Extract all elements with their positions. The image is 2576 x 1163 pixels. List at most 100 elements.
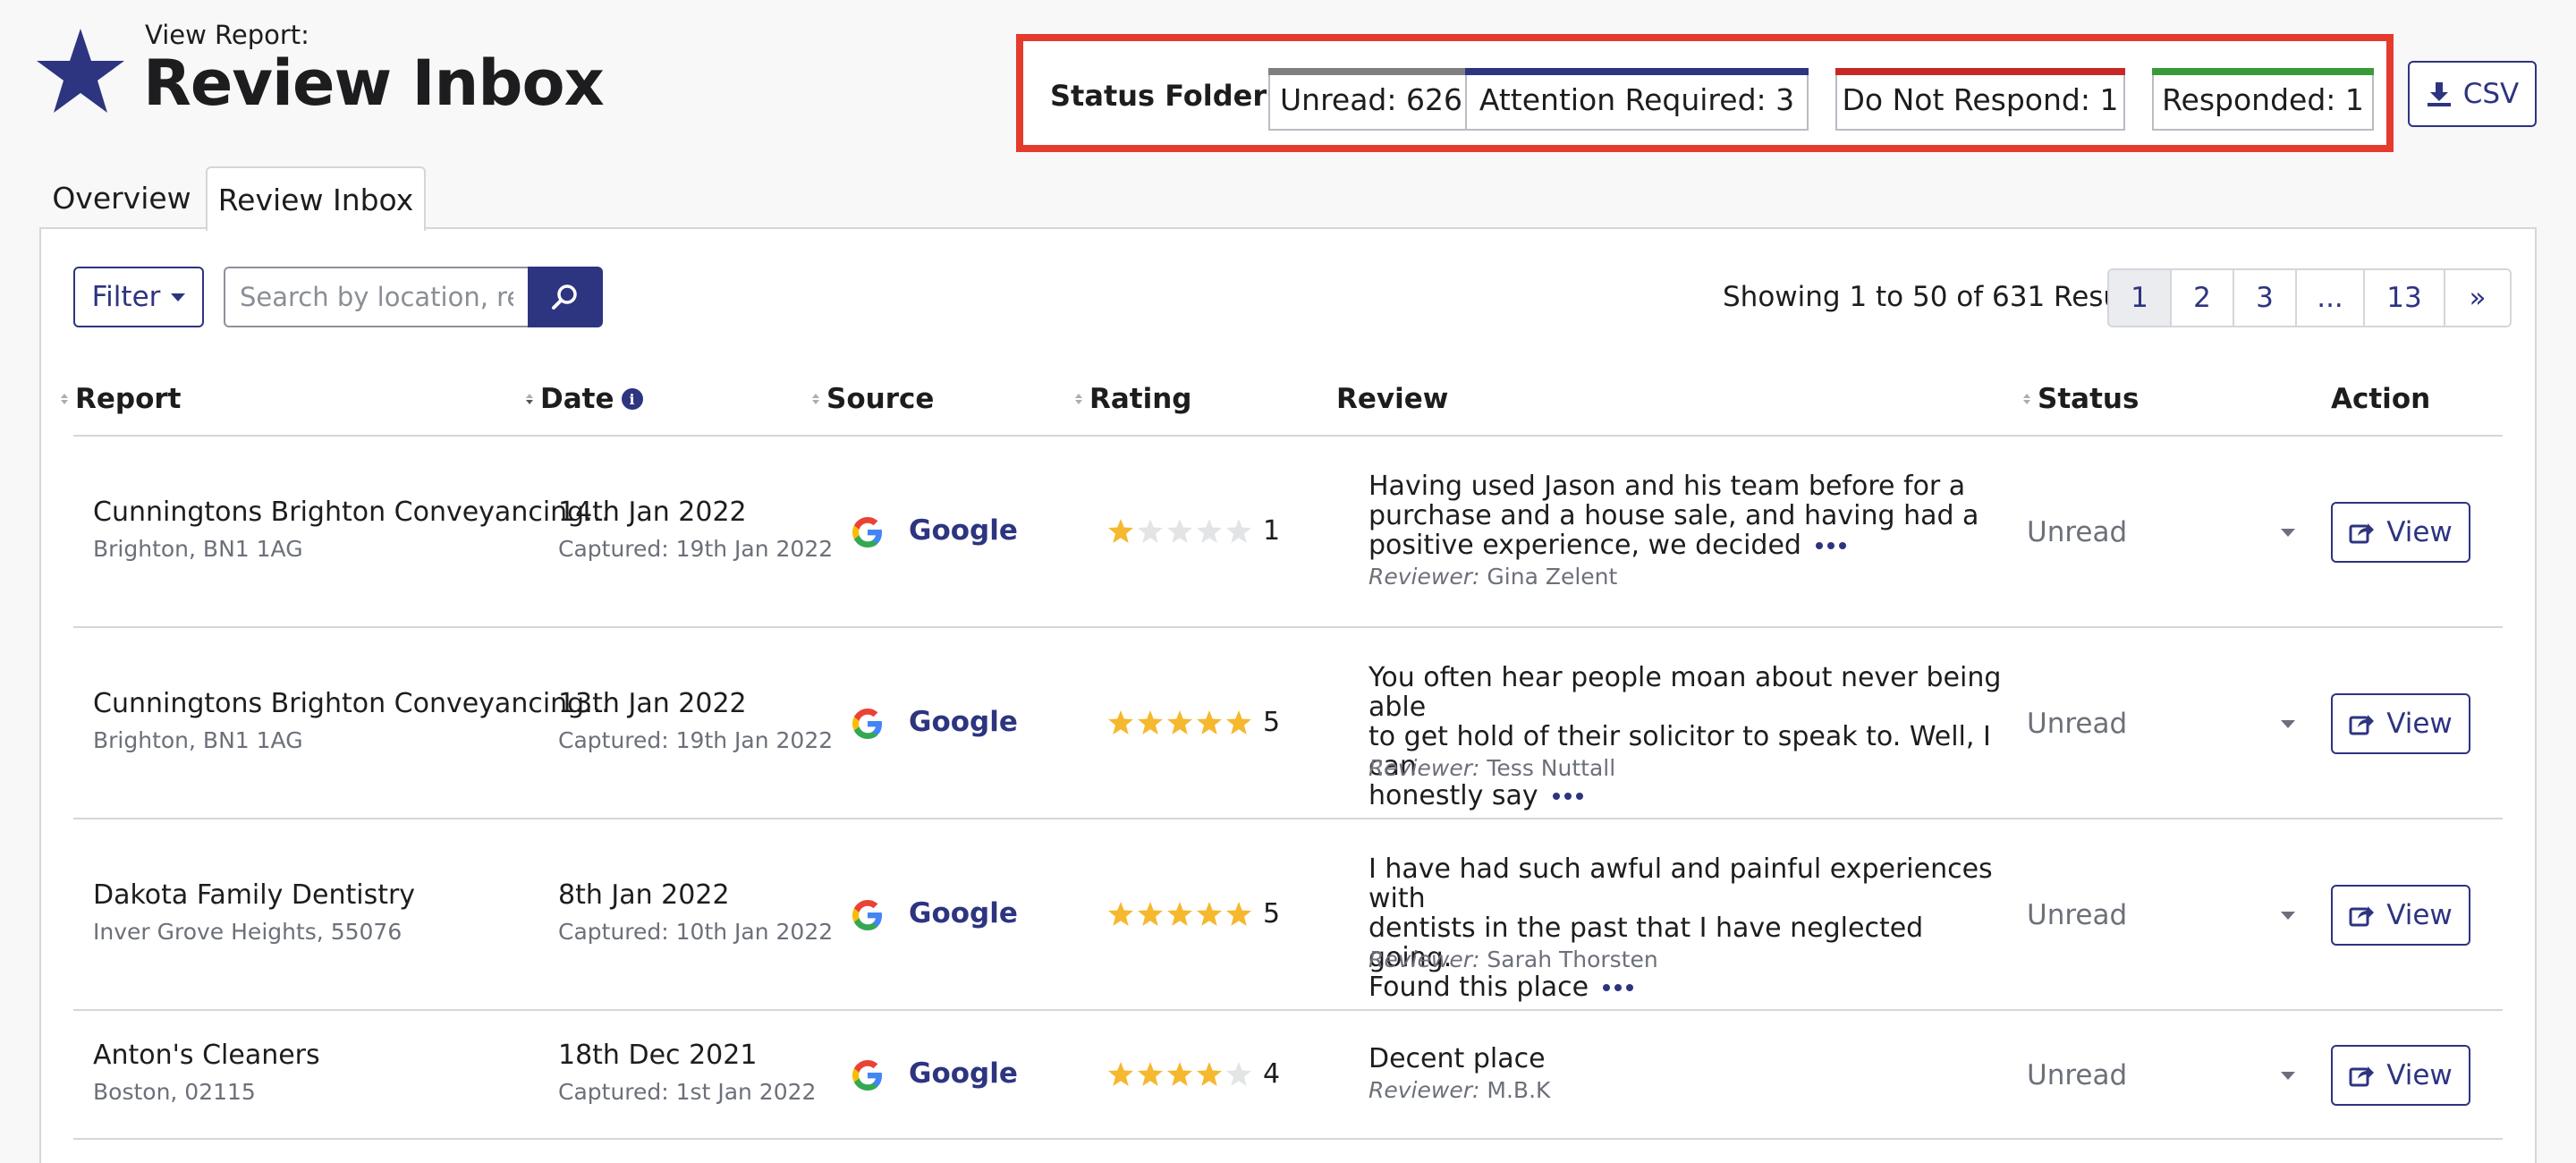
reviewer-label: Reviewer: — [1368, 563, 1480, 590]
reviewer: Reviewer: Tess Nuttall — [1368, 755, 1615, 781]
column-header-report[interactable]: Report — [61, 383, 182, 415]
external-link-icon — [2349, 715, 2375, 735]
report-location: Boston, 02115 — [93, 1079, 256, 1105]
column-header-status-label: Status — [2038, 383, 2140, 415]
rating-number: 1 — [1263, 515, 1281, 547]
status-value: Unread — [2027, 899, 2128, 931]
reviewer: Reviewer: M.B.K — [1368, 1077, 1550, 1103]
external-link-icon — [2349, 1066, 2375, 1087]
reviewer-label: Reviewer: — [1368, 754, 1480, 781]
report-name[interactable]: Dakota Family Dentistry — [93, 879, 415, 911]
review-text-line: Found this place — [1368, 971, 1589, 1003]
report-name[interactable]: Cunningtons Brighton Conveyancing... — [93, 497, 610, 528]
source-link[interactable]: Google — [909, 897, 1018, 930]
info-icon[interactable]: i — [621, 388, 643, 410]
column-header-source-label: Source — [826, 383, 935, 415]
page-button[interactable]: 1 — [2109, 270, 2172, 326]
status-dropdown[interactable]: Unread — [2027, 697, 2295, 751]
view-button[interactable]: View — [2331, 693, 2470, 754]
column-header-status[interactable]: Status — [2023, 383, 2139, 415]
tab-overview-label: Overview — [52, 180, 191, 216]
external-link-icon — [2349, 906, 2375, 927]
star-rating — [1107, 901, 1252, 928]
status-value: Unread — [2027, 1059, 2128, 1091]
status-folders-panel: Status Folders: Unread: 626 Attention Req… — [1016, 34, 2394, 152]
tab-review-inbox[interactable]: Review Inbox — [206, 166, 426, 231]
source-link[interactable]: Google — [909, 706, 1018, 738]
review-text: I have had such awful and painful experi… — [1368, 854, 2012, 1002]
chevron-down-icon — [2281, 528, 2295, 537]
more-icon[interactable] — [1603, 984, 1634, 991]
status-dropdown[interactable]: Unread — [2027, 1048, 2295, 1102]
sort-icon — [2023, 394, 2030, 404]
more-icon[interactable] — [1552, 793, 1583, 800]
status-dropdown[interactable]: Unread — [2027, 505, 2295, 559]
star-empty-icon — [1138, 519, 1163, 543]
search-input[interactable] — [224, 267, 528, 327]
google-icon — [852, 900, 882, 930]
star-filled-icon — [1108, 902, 1133, 926]
page-button[interactable]: 2 — [2172, 270, 2234, 326]
column-header-action-label: Action — [2331, 383, 2431, 415]
star-empty-icon — [1167, 519, 1192, 543]
column-header-rating-label: Rating — [1089, 383, 1192, 415]
star-rating — [1107, 709, 1252, 736]
table-row[interactable]: Dakota Family Dentistry Inver Grove Heigh… — [73, 819, 2503, 1011]
google-icon — [852, 517, 882, 548]
star-filled-icon — [1167, 1062, 1192, 1086]
status-folder-3[interactable]: Responded: 1 — [2152, 68, 2374, 131]
star-filled-icon — [1197, 1062, 1222, 1086]
column-header-date[interactable]: Date i — [526, 383, 643, 415]
status-folder-label: Do Not Respond: 1 — [1842, 81, 2119, 117]
review-text-line: honestly say — [1368, 779, 1538, 811]
column-header-source[interactable]: Source — [812, 383, 934, 415]
table-row[interactable]: Cunningtons Brighton Conveyancing... Brig… — [73, 628, 2503, 819]
tab-overview[interactable]: Overview — [39, 166, 204, 229]
star-rating — [1107, 518, 1252, 545]
status-value: Unread — [2027, 708, 2128, 740]
page-button[interactable]: » — [2445, 270, 2510, 326]
page-button[interactable]: 13 — [2365, 270, 2445, 326]
more-icon[interactable] — [1815, 542, 1846, 549]
filter-button[interactable]: Filter — [73, 267, 204, 327]
google-icon — [852, 1060, 882, 1091]
report-name[interactable]: Cunningtons Brighton Conveyancing... — [93, 688, 610, 719]
table-row[interactable]: Anton's Cleaners Boston, 02115 18th Dec 20… — [73, 1011, 2503, 1140]
status-dropdown[interactable]: Unread — [2027, 888, 2295, 942]
column-header-action: Action — [2331, 383, 2430, 415]
status-folder-color-bar — [1835, 68, 2125, 75]
review-text-line: positive experience, we decided — [1368, 529, 1801, 561]
search-button[interactable] — [528, 267, 603, 327]
review-text: Having used Jason and his team before fo… — [1368, 471, 2012, 560]
column-header-date-label: Date — [540, 383, 614, 415]
captured-date: Captured: 19th Jan 2022 — [558, 536, 834, 562]
view-button[interactable]: View — [2331, 502, 2470, 563]
star-empty-icon — [1197, 519, 1222, 543]
view-button[interactable]: View — [2331, 1045, 2470, 1106]
column-header-review: Review — [1336, 383, 1448, 415]
source-link[interactable]: Google — [909, 1057, 1018, 1090]
report-location: Inver Grove Heights, 55076 — [93, 919, 402, 945]
rating-number: 5 — [1263, 707, 1281, 738]
filter-label: Filter — [91, 281, 161, 313]
csv-download-button[interactable]: CSV — [2408, 61, 2537, 127]
review-text-line: You often hear people moan about never b… — [1368, 661, 2002, 723]
view-button[interactable]: View — [2331, 885, 2470, 946]
review-text: You often hear people moan about never b… — [1368, 663, 2012, 811]
source-link[interactable]: Google — [909, 514, 1018, 547]
reviewer-name: Tess Nuttall — [1487, 754, 1616, 781]
star-logo-icon — [37, 29, 124, 113]
table-row[interactable]: Cunningtons Brighton Conveyancing... Brig… — [73, 437, 2503, 628]
page-button[interactable]: ... — [2297, 270, 2365, 326]
status-folder-label: Unread: 626 — [1280, 81, 1462, 117]
status-folder-0[interactable]: Unread: 626 — [1268, 68, 1474, 131]
status-folder-2[interactable]: Do Not Respond: 1 — [1835, 68, 2125, 131]
status-folder-color-bar — [1465, 68, 1809, 75]
column-header-rating[interactable]: Rating — [1075, 383, 1192, 415]
star-filled-icon — [1167, 902, 1192, 926]
view-report-label: View Report: — [145, 20, 309, 50]
page-button[interactable]: 3 — [2234, 270, 2297, 326]
report-name[interactable]: Anton's Cleaners — [93, 1040, 320, 1071]
tab-review-inbox-label: Review Inbox — [217, 182, 414, 217]
status-folder-1[interactable]: Attention Required: 3 — [1465, 68, 1809, 131]
